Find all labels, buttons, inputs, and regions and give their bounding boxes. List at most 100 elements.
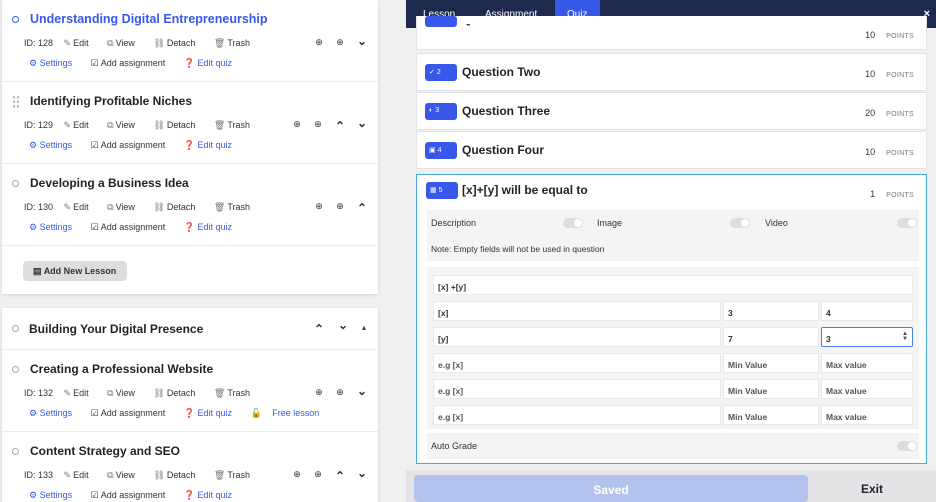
section-bullet [12,325,19,332]
edit-link[interactable]: ✎ Edit [64,120,97,130]
max-value-input[interactable]: Max value [821,405,913,425]
trash-icon: 🗑 [213,470,226,480]
circle-up-icon[interactable]: ⊕ [313,119,323,130]
lesson-id: ID: 133 [24,470,54,480]
chevron-down-icon[interactable]: ⌄ [338,318,348,332]
edit-quiz-link[interactable]: ❓ Edit quiz [184,222,240,232]
edit-quiz-link[interactable]: ❓ Edit quiz [184,490,240,500]
add-assignment-link[interactable]: ☑ Add assignment [91,490,174,500]
settings-link[interactable]: ⚙ Settings [29,490,80,500]
trash-link[interactable]: 🗑 Trash [214,470,258,480]
view-link[interactable]: ⧉ View [107,470,143,480]
lesson-title[interactable]: Understanding Digital Entrepreneurship [30,12,268,26]
question-item[interactable]: ▣ 4 Question Four 10 POINTS [416,131,927,169]
edit-link[interactable]: ✎ Edit [64,388,97,398]
lesson-title[interactable]: Content Strategy and SEO [30,444,180,458]
detach-link[interactable]: ⛓ Detach [153,470,203,480]
chevron-down-icon[interactable]: ⌄ [357,34,367,48]
drag-handle-icon[interactable] [12,95,20,109]
circle-down-icon[interactable]: ⊕ [314,201,324,212]
min-value-input[interactable]: 3 [723,301,819,321]
trash-link[interactable]: 🗑 Trash [214,38,258,48]
variable-input[interactable]: [x] [433,301,721,321]
view-link[interactable]: ⧉ View [107,120,143,130]
min-value-input[interactable]: Min Value [723,353,819,373]
variable-input[interactable]: e.g [x] [433,379,721,399]
trash-icon: 🗑 [213,202,226,212]
settings-link[interactable]: ⚙ Settings [29,222,80,232]
question-item[interactable]: ◐ 3 Question Three 20 POINTS [416,92,927,130]
circle-up-icon[interactable]: ⊕ [335,201,345,212]
view-link[interactable]: ⧉ View [107,38,143,48]
circle-up-icon[interactable]: ⊕ [335,37,345,48]
stepper-icon[interactable]: ▲ ▼ [902,331,908,342]
settings-link[interactable]: ⚙ Settings [29,58,80,68]
min-value-input[interactable]: Min Value [723,379,819,399]
circle-up-icon[interactable]: ⊕ [335,387,345,398]
add-assignment-link[interactable]: ☑ Add assignment [91,58,174,68]
exit-button[interactable]: Exit [861,482,883,496]
trash-link[interactable]: 🗑 Trash [214,120,258,130]
edit-link[interactable]: ✎ Edit [64,38,97,48]
trash-link[interactable]: 🗑 Trash [214,202,258,212]
question-title[interactable]: [x]+[y] will be equal to [462,183,588,197]
lesson-title[interactable]: Developing a Business Idea [30,176,189,190]
edit-quiz-link[interactable]: ❓ Edit quiz [184,408,240,418]
max-value-input[interactable]: 3 ▲ ▼ [821,327,913,347]
question-points: 10 POINTS [865,30,914,40]
min-value-input[interactable]: Min Value [723,405,819,425]
max-value-input[interactable]: 4 [821,301,913,321]
chevron-up-icon[interactable]: ⌃ [314,322,324,336]
add-assignment-link[interactable]: ☑ Add assignment [91,408,174,418]
variable-input[interactable]: e.g [x] [433,353,721,373]
edit-quiz-link[interactable]: ❓ Edit quiz [184,58,240,68]
detach-link[interactable]: ⛓ Detach [153,120,203,130]
circle-down-icon[interactable]: ⊕ [292,119,302,130]
image-toggle[interactable] [730,218,750,228]
settings-link[interactable]: ⚙ Settings [29,408,80,418]
trash-link[interactable]: 🗑 Trash [214,388,258,398]
lesson-title[interactable]: Creating a Professional Website [30,362,213,376]
question-item[interactable]: ✓ 2 Question Two 10 POINTS [416,53,927,91]
add-assignment-link[interactable]: ☑ Add assignment [91,222,174,232]
detach-link[interactable]: ⛓ Detach [153,38,203,48]
chevron-up-icon[interactable]: ⌃ [335,469,345,483]
caret-up-icon[interactable]: ▴ [359,323,369,332]
section-title[interactable]: Building Your Digital Presence [29,322,203,336]
detach-link[interactable]: ⛓ Detach [153,388,203,398]
chevron-down-icon[interactable]: ⌄ [357,116,367,130]
max-value-input[interactable]: Max value [821,379,913,399]
min-value-input[interactable]: 7 [723,327,819,347]
question-editor: ▦ 5 [x]+[y] will be equal to 1 POINTS Des… [416,174,927,464]
saved-button[interactable]: Saved [414,475,808,502]
lesson-title[interactable]: Identifying Profitable Niches [30,94,192,108]
edit-link[interactable]: ✎ Edit [64,202,97,212]
variable-input[interactable]: e.g [x] [433,405,721,425]
circle-down-icon[interactable]: ⊕ [292,469,302,480]
circle-up-icon[interactable]: ⊕ [313,469,323,480]
free-lesson-link[interactable]: 🔓 Free lesson [251,408,328,418]
edit-link[interactable]: ✎ Edit [64,470,97,480]
circle-down-icon[interactable]: ⊕ [314,387,324,398]
max-value-input[interactable]: Max value [821,353,913,373]
view-link[interactable]: ⧉ View [107,388,143,398]
chevron-down-icon[interactable]: ⌄ [357,466,367,480]
video-toggle[interactable] [897,218,917,228]
circle-down-icon[interactable]: ⊕ [314,37,324,48]
chevron-up-icon[interactable]: ⌃ [357,201,367,215]
add-new-lesson-button[interactable]: ▤ Add New Lesson [23,261,127,281]
description-toggle[interactable] [563,218,583,228]
question-points: 1 POINTS [870,189,914,199]
chevron-down-icon[interactable]: ⌄ [357,384,367,398]
edit-quiz-link[interactable]: ❓ Edit quiz [184,140,240,150]
question-item[interactable]: Question One 10 POINTS [416,16,927,50]
settings-link[interactable]: ⚙ Settings [29,140,80,150]
variable-input[interactable]: [y] [433,327,721,347]
formula-input[interactable]: [x] +[y] [433,275,913,295]
detach-link[interactable]: ⛓ Detach [153,202,203,212]
add-assignment-link[interactable]: ☑ Add assignment [91,140,174,150]
chevron-up-icon[interactable]: ⌃ [335,119,345,133]
lesson-item: Developing a Business Idea ID: 130 ✎ Edit… [2,164,378,246]
view-link[interactable]: ⧉ View [107,202,143,212]
auto-grade-toggle[interactable] [897,441,917,451]
